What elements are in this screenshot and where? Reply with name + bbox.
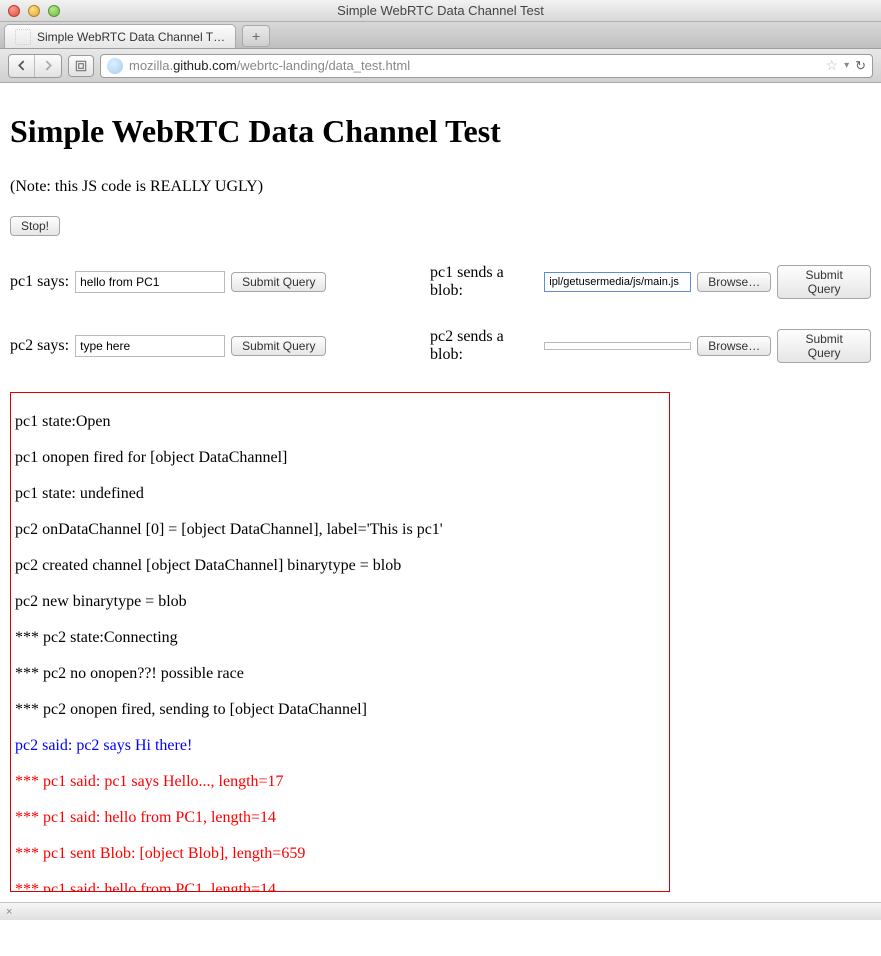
pc2-blob-label: pc2 sends a blob:	[430, 328, 538, 364]
pc1-says-input[interactable]	[75, 271, 225, 293]
log-line: *** pc1 said: hello from PC1, length=14	[15, 809, 665, 827]
forward-icon	[43, 60, 54, 71]
log-content: pc1 state:Open pc1 onopen fired for [obje…	[11, 393, 669, 892]
tabstrip: Simple WebRTC Data Channel T… +	[0, 22, 881, 49]
pc2-says-input[interactable]	[75, 335, 225, 357]
pc1-says-row: pc1 says: Submit Query	[10, 264, 430, 300]
pc1-blob-submit-button[interactable]: Submit Query	[777, 265, 871, 299]
back-button[interactable]	[9, 55, 35, 77]
zoom-window-button[interactable]	[48, 5, 60, 17]
page-note: (Note: this JS code is REALLY UGLY)	[10, 178, 871, 196]
statusbar-close-icon[interactable]: ×	[6, 906, 12, 918]
log-line: *** pc2 onopen fired, sending to [object…	[15, 701, 665, 719]
new-tab-button[interactable]: +	[242, 25, 270, 47]
pc1-says-label: pc1 says:	[10, 273, 69, 291]
url-bar[interactable]: mozilla.github.com/webrtc-landing/data_t…	[100, 54, 873, 78]
back-icon	[16, 60, 27, 71]
pc1-blob-row: pc1 sends a blob: ipl/getusermedia/js/ma…	[430, 264, 871, 300]
pc2-says-label: pc2 says:	[10, 337, 69, 355]
page-content: Simple WebRTC Data Channel Test (Note: t…	[0, 83, 881, 902]
log-line: *** pc2 no onopen??! possible race	[15, 665, 665, 683]
home-icon	[74, 59, 88, 73]
pc2-blob-browse-button[interactable]: Browse…	[697, 336, 771, 356]
plus-icon: +	[252, 28, 260, 44]
traffic-lights	[0, 5, 60, 17]
log-line: *** pc1 said: pc1 says Hello..., length=…	[15, 773, 665, 791]
minimize-window-button[interactable]	[28, 5, 40, 17]
log-box[interactable]: pc1 state:Open pc1 onopen fired for [obje…	[10, 392, 670, 892]
window-title: Simple WebRTC Data Channel Test	[0, 3, 881, 18]
pc2-blob-submit-button[interactable]: Submit Query	[777, 329, 871, 363]
log-line: pc2 new binarytype = blob	[15, 593, 665, 611]
statusbar: ×	[0, 902, 881, 920]
site-identity-icon[interactable]	[107, 58, 123, 74]
pc1-blob-file-input[interactable]: ipl/getusermedia/js/main.js	[544, 272, 691, 292]
log-line: *** pc2 state:Connecting	[15, 629, 665, 647]
url-domain: github.com	[173, 58, 237, 73]
pc2-blob-file-input[interactable]	[544, 342, 691, 350]
stop-button[interactable]: Stop!	[10, 216, 60, 236]
log-line: pc1 onopen fired for [object DataChannel…	[15, 449, 665, 467]
log-line: *** pc1 sent Blob: [object Blob], length…	[15, 845, 665, 863]
pc2-blob-row: pc2 sends a blob: Browse… Submit Query	[430, 328, 871, 364]
window-titlebar: Simple WebRTC Data Channel Test	[0, 0, 881, 22]
pc1-blob-browse-button[interactable]: Browse…	[697, 272, 771, 292]
reload-icon[interactable]: ↻	[855, 58, 866, 74]
pc2-says-submit-button[interactable]: Submit Query	[231, 336, 326, 356]
pc1-blob-label: pc1 sends a blob:	[430, 264, 538, 300]
nav-buttons	[8, 54, 62, 78]
log-line: pc1 state:Open	[15, 413, 665, 431]
log-line: pc1 state: undefined	[15, 485, 665, 503]
url-subdomain: mozilla.	[129, 58, 173, 73]
pc2-says-row: pc2 says: Submit Query	[10, 328, 430, 364]
tab-title: Simple WebRTC Data Channel T…	[37, 30, 225, 44]
page-heading: Simple WebRTC Data Channel Test	[10, 113, 871, 150]
url-text: mozilla.github.com/webrtc-landing/data_t…	[129, 58, 820, 73]
tab-favicon	[15, 29, 31, 45]
pc1-says-submit-button[interactable]: Submit Query	[231, 272, 326, 292]
log-line: *** pc1 said: hello from PC1, length=14	[15, 881, 665, 892]
log-line: pc2 said: pc2 says Hi there!	[15, 737, 665, 755]
url-history-dropdown-icon[interactable]: ▾	[844, 60, 849, 71]
forward-button[interactable]	[35, 55, 61, 77]
url-path: /webrtc-landing/data_test.html	[237, 58, 410, 73]
home-button[interactable]	[68, 55, 94, 77]
bookmark-star-icon[interactable]: ☆	[826, 57, 839, 74]
toolbar: mozilla.github.com/webrtc-landing/data_t…	[0, 49, 881, 83]
close-window-button[interactable]	[8, 5, 20, 17]
log-line: pc2 created channel [object DataChannel]…	[15, 557, 665, 575]
log-line: pc2 onDataChannel [0] = [object DataChan…	[15, 521, 665, 539]
tab-active[interactable]: Simple WebRTC Data Channel T…	[4, 24, 236, 48]
